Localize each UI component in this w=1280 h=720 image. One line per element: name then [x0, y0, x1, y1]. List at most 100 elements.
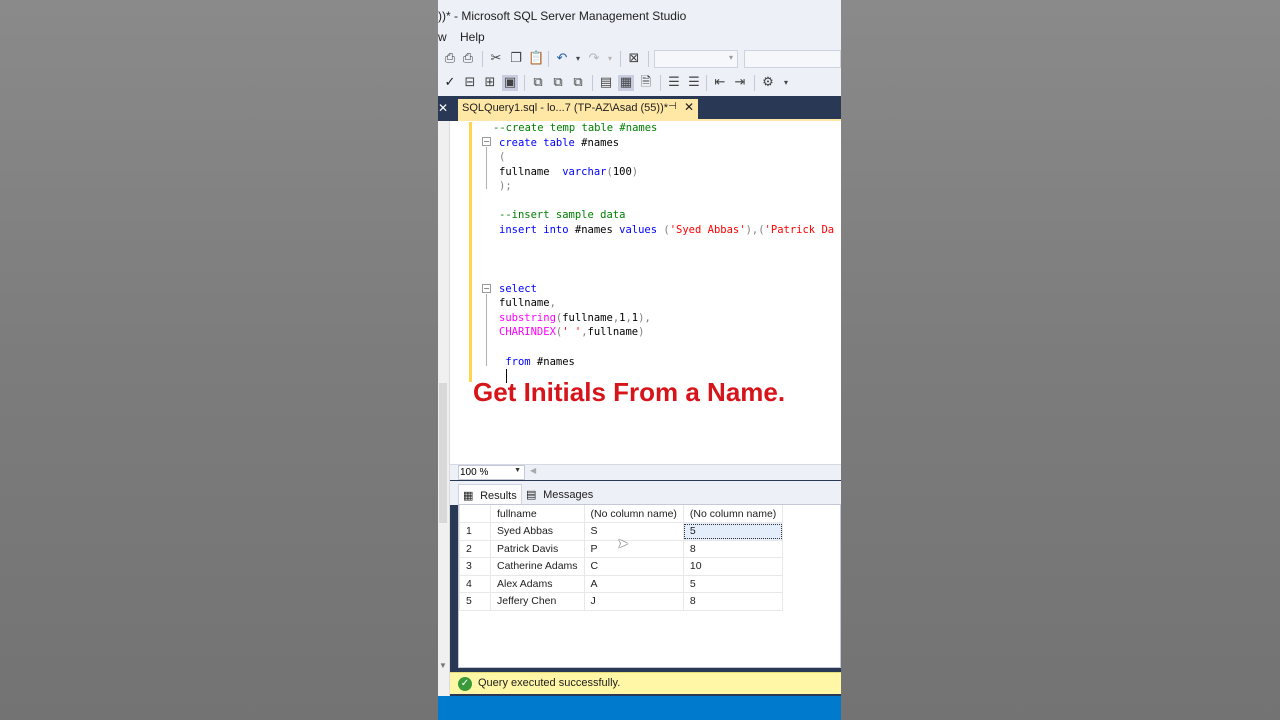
configuration-dropdown[interactable]: ▾	[654, 50, 738, 68]
code-token: ' '	[562, 326, 582, 338]
solution-explorer-icon[interactable]: ⊠	[626, 51, 642, 67]
zoom-dropdown[interactable]: 100 % ▼	[458, 465, 525, 480]
grid-cell[interactable]: C	[583, 557, 684, 576]
code-token: varchar	[562, 165, 607, 178]
undo-icon[interactable]: ↶	[554, 51, 570, 67]
code-line[interactable]: substring(fullname,1,1),	[499, 311, 651, 325]
tab-sqlquery1[interactable]: SQLQuery1.sql - lo...7 (TP-AZ\Asad (55))…	[458, 99, 698, 119]
code-token: )	[638, 326, 645, 338]
table-row: 3 Catherine Adams C 10	[459, 557, 784, 576]
undo-dropdown-icon[interactable]: ▾	[570, 51, 586, 67]
row-number-header[interactable]	[459, 505, 491, 523]
cut-icon[interactable]: ✂	[488, 51, 504, 67]
code-token: fullname	[562, 311, 613, 324]
code-line[interactable]: fullname,	[499, 296, 556, 310]
uncomment-icon[interactable]: ☰	[686, 75, 702, 91]
row-number[interactable]: 2	[459, 539, 491, 558]
search-combo[interactable]	[744, 50, 841, 68]
new-query-sml-icon[interactable]: ⎙	[442, 51, 458, 67]
grid-cell[interactable]: 8	[682, 592, 784, 611]
grid-cell[interactable]: Patrick Davis	[490, 539, 585, 558]
code-line[interactable]: create table #names	[499, 136, 619, 150]
column-header-fullname[interactable]: fullname	[490, 505, 585, 523]
menu-item-view[interactable]: w	[438, 30, 447, 44]
row-number[interactable]: 1	[459, 522, 491, 541]
live-stats-icon[interactable]: ⧉	[550, 75, 566, 91]
app-status-bar	[438, 696, 841, 720]
code-line[interactable]: select	[499, 282, 537, 296]
messages-icon: ▤	[526, 488, 537, 501]
code-text[interactable]: --create temp table #names create table #…	[438, 121, 841, 464]
paste-icon[interactable]: 📋	[528, 51, 544, 67]
row-number[interactable]: 4	[459, 574, 491, 593]
column-header-charindex[interactable]: (No column name)	[682, 505, 784, 523]
code-line[interactable]: insert into #names values ('Syed Abbas')…	[499, 223, 834, 237]
display-plan-icon[interactable]: ⊟	[462, 75, 478, 91]
toolbar-overflow-icon[interactable]: ▾	[778, 75, 794, 91]
redo-icon[interactable]: ↷	[586, 51, 602, 67]
code-line[interactable]: --insert sample data	[499, 208, 625, 222]
mouse-pointer-icon: ➤	[617, 536, 629, 552]
results-to-text-icon[interactable]: ▤	[598, 75, 614, 91]
results-to-grid-icon[interactable]: ▦	[618, 75, 634, 91]
parse-check-icon[interactable]: ✓	[442, 75, 458, 91]
code-token: #names	[568, 223, 620, 236]
code-line[interactable]: CHARINDEX(' ',fullname)	[499, 325, 644, 339]
zoom-value: 100 %	[460, 467, 489, 478]
results-tabstrip: ▦ Results ▤ Messages	[450, 481, 841, 505]
copy-icon[interactable]: ❐	[508, 51, 524, 67]
comment-icon[interactable]: ☰	[666, 75, 682, 91]
code-line[interactable]: );	[499, 179, 512, 193]
tab-results[interactable]: ▦ Results	[458, 484, 522, 504]
grid-cell[interactable]: P	[583, 539, 684, 558]
grid-cell[interactable]: 8	[682, 539, 784, 558]
scroll-down-icon[interactable]: ▼	[439, 661, 447, 670]
intellisense-icon[interactable]: ▣	[502, 75, 518, 91]
status-message: Query executed successfully.	[478, 677, 621, 689]
pin-icon[interactable]: ⊣	[668, 101, 677, 112]
code-line[interactable]: --create temp table #names	[493, 121, 657, 135]
zoom-bar: 100 % ▼ ◀	[450, 464, 841, 480]
increase-indent-icon[interactable]: ⇥	[732, 75, 748, 91]
standard-toolbar: ⎙ ⎙ ✂ ❐ 📋 ↶ ▾ ↷ ▾ ⊠ ▾	[438, 48, 841, 70]
grid-cell[interactable]: 10	[682, 557, 784, 576]
code-line[interactable]: (	[499, 150, 505, 164]
tab-label: SQLQuery1.sql - lo...7 (TP-AZ\Asad (55))…	[462, 102, 669, 114]
specify-values-icon[interactable]: ⚙	[760, 75, 776, 91]
column-header-initial[interactable]: (No column name)	[583, 505, 684, 523]
grid-cell[interactable]: S	[583, 522, 684, 541]
decrease-indent-icon[interactable]: ⇤	[712, 75, 728, 91]
code-line[interactable]: from #names	[499, 355, 575, 369]
grid-cell[interactable]: Catherine Adams	[490, 557, 585, 576]
code-token: --create temp table #names	[493, 122, 658, 134]
row-number[interactable]: 5	[459, 592, 491, 611]
code-line[interactable]: fullname varchar(100)	[499, 165, 638, 179]
grid-cell[interactable]: Jeffery Chen	[490, 592, 585, 611]
code-token: #names	[530, 355, 575, 368]
code-token: create table	[499, 136, 575, 149]
tab-close-icon[interactable]: ✕	[684, 100, 694, 114]
redo-dropdown-icon[interactable]: ▾	[602, 51, 618, 67]
code-token: fullname	[587, 326, 639, 338]
row-number[interactable]: 3	[459, 557, 491, 576]
code-token: ),(	[745, 223, 765, 236]
include-plan-icon[interactable]: ⧉	[530, 75, 546, 91]
query-designer-icon[interactable]: ⊞	[482, 75, 498, 91]
grid-cell-selected[interactable]: 5	[682, 522, 784, 541]
grid-cell[interactable]: Syed Abbas	[490, 522, 585, 541]
grid-cell[interactable]: A	[583, 574, 684, 593]
grid-cell[interactable]: 5	[682, 574, 784, 593]
code-token: from	[499, 355, 531, 368]
results-to-file-icon[interactable]: 🗎	[638, 75, 654, 91]
sql-editor-toolbar: ✓ ⊟ ⊞ ▣ ⧉ ⧉ ⧉ ▤ ▦ 🗎 ☰ ☰ ⇤ ⇥ ⚙ ▾	[438, 72, 841, 94]
tab-messages[interactable]: ▤ Messages	[522, 484, 597, 504]
grid-cell[interactable]: J	[583, 592, 684, 611]
code-token: values	[619, 223, 658, 236]
close-icon[interactable]: ✕	[438, 99, 448, 117]
client-stats-icon[interactable]: ⧉	[570, 75, 586, 91]
overlay-caption: Get Initials From a Name.	[473, 377, 786, 407]
new-query-dax-icon[interactable]: ⎙	[460, 51, 476, 67]
scroll-left-icon[interactable]: ◀	[530, 466, 536, 475]
grid-cell[interactable]: Alex Adams	[490, 574, 585, 593]
menu-item-help[interactable]: Help	[460, 30, 485, 44]
